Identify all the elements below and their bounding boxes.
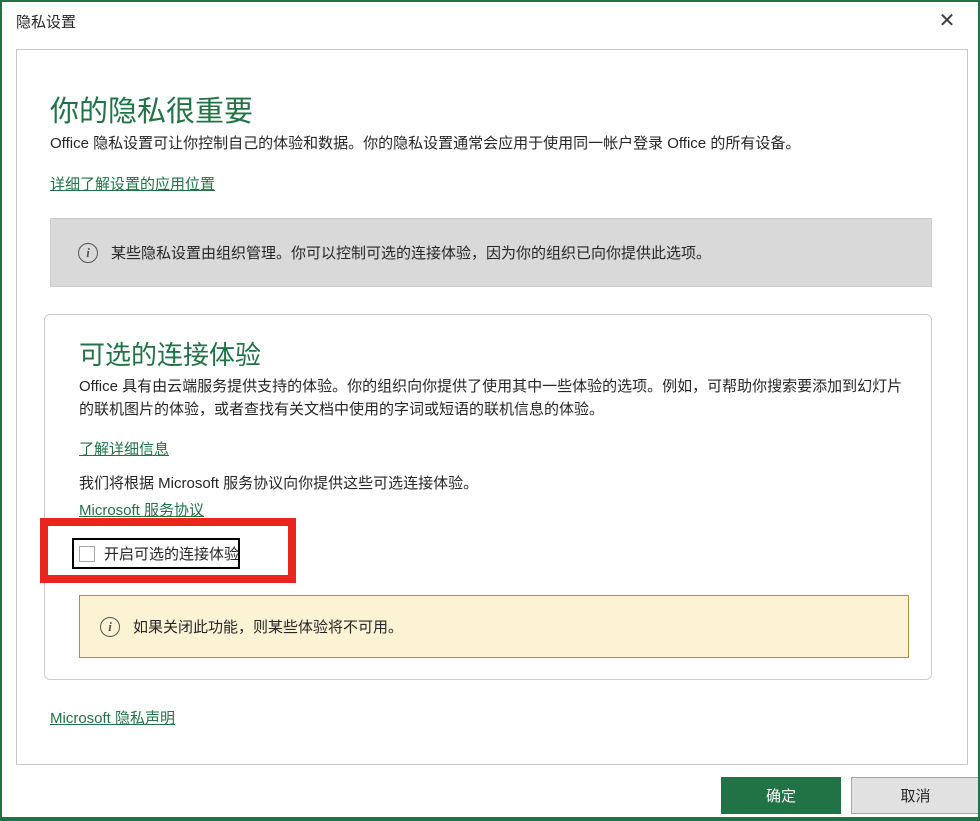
optional-experiences-checkbox[interactable] (79, 546, 95, 562)
info-icon: i (100, 617, 120, 637)
org-managed-notice: i 某些隐私设置由组织管理。你可以控制可选的连接体验，因为你的组织已向你提供此选… (50, 218, 932, 287)
learn-more-link[interactable]: 了解详细信息 (79, 438, 169, 459)
service-agreement-text: 我们将根据 Microsoft 服务协议向你提供这些可选连接体验。 (79, 473, 911, 494)
settings-location-link[interactable]: 详细了解设置的应用位置 (50, 173, 215, 194)
privacy-description: Office 隐私设置可让你控制自己的体验和数据。你的隐私设置通常会应用于使用同… (50, 133, 930, 154)
ok-button[interactable]: 确定 (721, 777, 841, 814)
privacy-settings-dialog: 隐私设置 ✕ 你的隐私很重要 Office 隐私设置可让你控制自己的体验和数据。… (0, 0, 980, 821)
info-icon: i (78, 243, 98, 263)
close-button[interactable]: ✕ (932, 6, 962, 36)
disable-warning: i 如果关闭此功能，则某些体验将不可用。 (79, 595, 909, 658)
disable-warning-text: 如果关闭此功能，则某些体验将不可用。 (133, 616, 403, 637)
optional-experiences-description: Office 具有由云端服务提供支持的体验。你的组织向你提供了使用其中一些体验的… (79, 375, 911, 421)
optional-experiences-checkbox-label[interactable]: 开启可选的连接体验 (104, 543, 239, 564)
optional-experiences-section: 可选的连接体验 Office 具有由云端服务提供支持的体验。你的组织向你提供了使… (44, 314, 932, 680)
checkbox-focus-outline: 开启可选的连接体验 (72, 538, 240, 569)
cancel-button[interactable]: 取消 (851, 777, 980, 814)
privacy-heading: 你的隐私很重要 (50, 88, 253, 130)
org-managed-notice-text: 某些隐私设置由组织管理。你可以控制可选的连接体验，因为你的组织已向你提供此选项。 (111, 242, 711, 263)
dialog-title: 隐私设置 (16, 11, 76, 32)
service-agreement-link[interactable]: Microsoft 服务协议 (79, 499, 204, 520)
close-icon: ✕ (939, 10, 956, 32)
optional-experiences-heading: 可选的连接体验 (79, 335, 261, 372)
privacy-statement-link[interactable]: Microsoft 隐私声明 (50, 707, 175, 728)
